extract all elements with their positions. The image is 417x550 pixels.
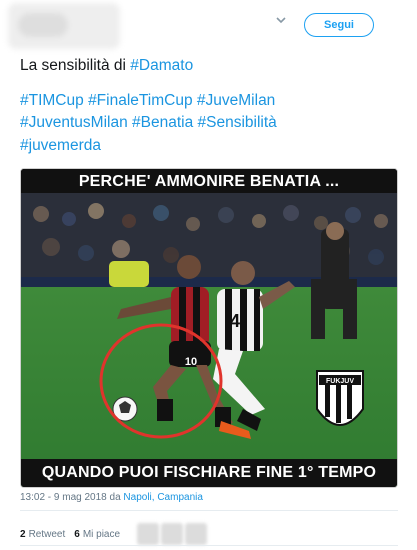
profile-header-blurred[interactable] — [8, 3, 120, 49]
tweet-stats: 2 Retweet 6 Mi piace — [20, 523, 209, 545]
meme-bottom-caption: QUANDO PUOI FISCHIARE FINE 1° TEMPO — [41, 464, 377, 481]
player-number-white: 4 — [230, 311, 240, 331]
hashtag-link[interactable]: #JuventusMilan — [20, 114, 128, 131]
juventus-badge: FUKJUV — [316, 370, 364, 426]
chevron-down-icon[interactable] — [274, 14, 288, 26]
hashtag-row-2: #JuventusMilan #Benatia #Sensibilità — [20, 112, 400, 135]
tweet-media-image[interactable]: 10 4 FUKJUV PERCHE' AMMONIRE BENATIA ...… — [20, 168, 398, 488]
divider — [20, 545, 398, 546]
hashtag-link[interactable]: #TIMCup — [20, 92, 84, 109]
svg-text:FUKJUV: FUKJUV — [326, 378, 354, 385]
tweet-line-1: La sensibilità di #Damato — [20, 57, 194, 74]
hashtag-link[interactable]: #juvemerda — [20, 137, 101, 154]
meme-photo: 10 4 FUKJUV — [21, 169, 397, 487]
hashtag-link[interactable]: #FinaleTimCup — [88, 92, 193, 109]
hashtag-row-1: #TIMCup #FinaleTimCup #JuveMilan — [20, 90, 400, 113]
player-number-red: 10 — [185, 356, 197, 368]
divider — [20, 510, 398, 511]
retweet-count[interactable]: 2 Retweet — [20, 529, 65, 540]
hashtag-link[interactable]: #Sensibilità — [198, 114, 277, 131]
hashtag-link[interactable]: #Damato — [130, 57, 193, 74]
hashtag-link[interactable]: #JuveMilan — [197, 92, 275, 109]
like-count[interactable]: 6 Mi piace — [74, 529, 120, 540]
tweet-text: La sensibilità di #Damato #TIMCup #Final… — [20, 55, 400, 157]
meme-top-caption: PERCHE' AMMONIRE BENATIA ... — [78, 173, 340, 190]
hashtag-link[interactable]: #Benatia — [132, 114, 193, 131]
liker-avatars-blurred[interactable] — [137, 523, 209, 545]
location-link[interactable]: Napoli, Campania — [123, 492, 203, 503]
tweet-timestamp: 13:02 - 9 mag 2018 da Napoli, Campania — [20, 492, 203, 503]
follow-button[interactable]: Segui — [304, 13, 374, 37]
hashtag-row-3: #juvemerda — [20, 135, 400, 158]
